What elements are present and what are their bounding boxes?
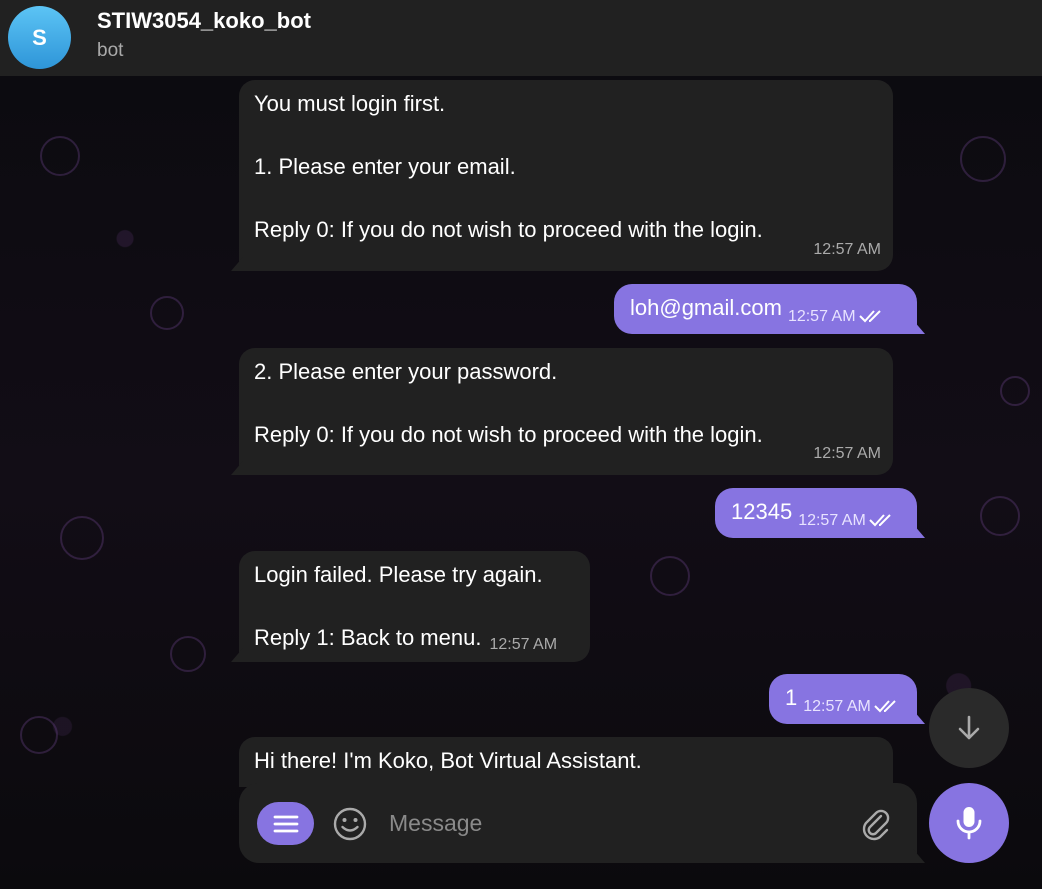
message-time: 12:57 AM [798, 505, 895, 537]
message-incoming[interactable]: You must login first. 1. Please enter yo… [231, 80, 893, 271]
message-time: 12:57 AM [813, 444, 881, 462]
menu-icon [273, 815, 298, 832]
message-text-line: Reply 1: Back to menu. 12:57 AM [254, 622, 574, 661]
message-text: loh@gmail.com [630, 295, 782, 320]
message-time: 12:57 AM [489, 636, 558, 653]
message-incoming[interactable]: Login failed. Please try again. Reply 1:… [231, 551, 590, 662]
double-check-icon [858, 310, 881, 323]
message-text-line: Hi there! I'm Koko, Bot Virtual Assistan… [254, 748, 642, 773]
chat-title: STIW3054_koko_bot [97, 8, 311, 33]
message-time: 12:57 AM [803, 691, 900, 723]
paperclip-icon [862, 809, 890, 841]
message-text: 12345 [731, 499, 793, 524]
message-composer [239, 783, 925, 863]
message-text-line: Login failed. Please try again. [254, 562, 543, 587]
smile-icon [333, 807, 367, 841]
scroll-down-button[interactable] [929, 688, 1009, 768]
message-text-line: 1. Please enter your email. [254, 154, 516, 179]
message-text-line: Reply 0: If you do not wish to proceed w… [254, 217, 763, 242]
message-outgoing[interactable]: loh@gmail.com 12:57 AM [614, 284, 925, 334]
message-text-line: 2. Please enter your password. [254, 359, 558, 384]
message-outgoing[interactable]: 1 12:57 AM [769, 674, 925, 724]
double-check-icon [869, 514, 891, 527]
double-check-icon [874, 700, 896, 713]
arrow-down-icon [958, 715, 980, 740]
microphone-icon [956, 807, 982, 840]
bot-menu-button[interactable] [257, 802, 314, 845]
chat-header[interactable]: S STIW3054_koko_bot bot [0, 0, 1042, 76]
attach-button[interactable] [859, 807, 893, 841]
message-incoming[interactable]: 2. Please enter your password. Reply 0: … [231, 348, 893, 475]
avatar[interactable]: S [8, 6, 71, 69]
message-time: 12:57 AM [813, 240, 881, 258]
chat-subtitle: bot [97, 40, 124, 61]
message-time: 12:57 AM [788, 301, 885, 333]
message-incoming[interactable]: Hi there! I'm Koko, Bot Virtual Assistan… [239, 737, 893, 787]
message-text-line: You must login first. [254, 91, 446, 116]
message-text: 1 [785, 685, 798, 710]
message-outgoing[interactable]: 12345 12:57 AM [715, 488, 925, 538]
message-text-line: Reply 0: If you do not wish to proceed w… [254, 422, 763, 447]
message-input[interactable] [389, 803, 839, 843]
microphone-button[interactable] [929, 783, 1009, 863]
emoji-button[interactable] [332, 806, 368, 842]
